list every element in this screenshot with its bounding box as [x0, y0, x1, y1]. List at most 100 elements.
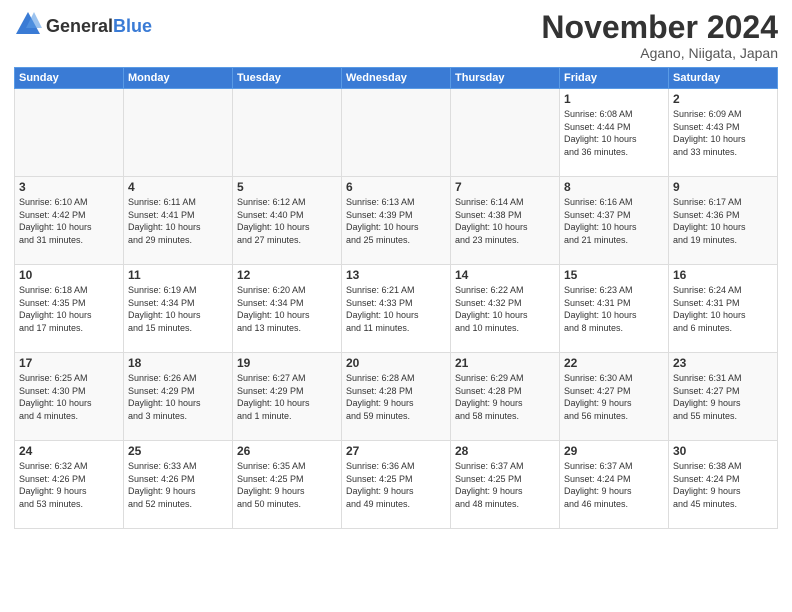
calendar-week-row: 10 Sunrise: 6:18 AM Sunset: 4:35 PM Dayli…	[15, 265, 778, 353]
table-row: 15 Sunrise: 6:23 AM Sunset: 4:31 PM Dayli…	[560, 265, 669, 353]
calendar-week-row: 3 Sunrise: 6:10 AM Sunset: 4:42 PM Daylig…	[15, 177, 778, 265]
day-info: Sunrise: 6:27 AM Sunset: 4:29 PM Dayligh…	[237, 372, 337, 422]
day-number: 23	[673, 356, 773, 370]
table-row: 17 Sunrise: 6:25 AM Sunset: 4:30 PM Dayli…	[15, 353, 124, 441]
table-row: 19 Sunrise: 6:27 AM Sunset: 4:29 PM Dayli…	[233, 353, 342, 441]
day-number: 13	[346, 268, 446, 282]
day-info: Sunrise: 6:33 AM Sunset: 4:26 PM Dayligh…	[128, 460, 228, 510]
table-row	[342, 89, 451, 177]
table-row: 10 Sunrise: 6:18 AM Sunset: 4:35 PM Dayli…	[15, 265, 124, 353]
table-row: 18 Sunrise: 6:26 AM Sunset: 4:29 PM Dayli…	[124, 353, 233, 441]
day-info: Sunrise: 6:19 AM Sunset: 4:34 PM Dayligh…	[128, 284, 228, 334]
day-info: Sunrise: 6:10 AM Sunset: 4:42 PM Dayligh…	[19, 196, 119, 246]
day-info: Sunrise: 6:17 AM Sunset: 4:36 PM Dayligh…	[673, 196, 773, 246]
day-info: Sunrise: 6:12 AM Sunset: 4:40 PM Dayligh…	[237, 196, 337, 246]
day-info: Sunrise: 6:24 AM Sunset: 4:31 PM Dayligh…	[673, 284, 773, 334]
header-wednesday: Wednesday	[342, 68, 451, 89]
day-number: 28	[455, 444, 555, 458]
logo-blue-text: Blue	[113, 16, 152, 36]
header-sunday: Sunday	[15, 68, 124, 89]
day-info: Sunrise: 6:35 AM Sunset: 4:25 PM Dayligh…	[237, 460, 337, 510]
title-area: November 2024 Agano, Niigata, Japan	[541, 10, 778, 61]
logo-general-text: General	[46, 16, 113, 36]
day-number: 11	[128, 268, 228, 282]
calendar-week-row: 1Sunrise: 6:08 AM Sunset: 4:44 PM Daylig…	[15, 89, 778, 177]
day-number: 15	[564, 268, 664, 282]
day-info: Sunrise: 6:11 AM Sunset: 4:41 PM Dayligh…	[128, 196, 228, 246]
table-row	[233, 89, 342, 177]
day-number: 22	[564, 356, 664, 370]
table-row: 7Sunrise: 6:14 AM Sunset: 4:38 PM Daylig…	[451, 177, 560, 265]
day-number: 7	[455, 180, 555, 194]
day-number: 6	[346, 180, 446, 194]
day-info: Sunrise: 6:13 AM Sunset: 4:39 PM Dayligh…	[346, 196, 446, 246]
table-row: 4 Sunrise: 6:11 AM Sunset: 4:41 PM Daylig…	[124, 177, 233, 265]
table-row: 11 Sunrise: 6:19 AM Sunset: 4:34 PM Dayli…	[124, 265, 233, 353]
day-number: 1	[564, 92, 664, 106]
month-title: November 2024	[541, 10, 778, 45]
day-number: 19	[237, 356, 337, 370]
day-info: Sunrise: 6:18 AM Sunset: 4:35 PM Dayligh…	[19, 284, 119, 334]
table-row: 23 Sunrise: 6:31 AM Sunset: 4:27 PM Dayli…	[669, 353, 778, 441]
page: GeneralBlue November 2024 Agano, Niigata…	[0, 0, 792, 612]
day-number: 26	[237, 444, 337, 458]
day-info: Sunrise: 6:26 AM Sunset: 4:29 PM Dayligh…	[128, 372, 228, 422]
day-number: 30	[673, 444, 773, 458]
day-info: Sunrise: 6:09 AM Sunset: 4:43 PM Dayligh…	[673, 108, 773, 158]
table-row: 12Sunrise: 6:20 AM Sunset: 4:34 PM Dayli…	[233, 265, 342, 353]
day-number: 17	[19, 356, 119, 370]
day-number: 3	[19, 180, 119, 194]
day-number: 14	[455, 268, 555, 282]
header: GeneralBlue November 2024 Agano, Niigata…	[14, 10, 778, 61]
day-number: 4	[128, 180, 228, 194]
table-row: 3 Sunrise: 6:10 AM Sunset: 4:42 PM Daylig…	[15, 177, 124, 265]
table-row: 9Sunrise: 6:17 AM Sunset: 4:36 PM Daylig…	[669, 177, 778, 265]
header-saturday: Saturday	[669, 68, 778, 89]
logo: GeneralBlue	[14, 10, 152, 43]
table-row	[15, 89, 124, 177]
day-info: Sunrise: 6:25 AM Sunset: 4:30 PM Dayligh…	[19, 372, 119, 422]
calendar-table: Sunday Monday Tuesday Wednesday Thursday…	[14, 67, 778, 529]
day-info: Sunrise: 6:38 AM Sunset: 4:24 PM Dayligh…	[673, 460, 773, 510]
day-info: Sunrise: 6:16 AM Sunset: 4:37 PM Dayligh…	[564, 196, 664, 246]
day-number: 24	[19, 444, 119, 458]
day-number: 10	[19, 268, 119, 282]
day-number: 25	[128, 444, 228, 458]
day-number: 12	[237, 268, 337, 282]
table-row: 26 Sunrise: 6:35 AM Sunset: 4:25 PM Dayli…	[233, 441, 342, 529]
day-info: Sunrise: 6:31 AM Sunset: 4:27 PM Dayligh…	[673, 372, 773, 422]
table-row: 29 Sunrise: 6:37 AM Sunset: 4:24 PM Dayli…	[560, 441, 669, 529]
day-number: 21	[455, 356, 555, 370]
day-info: Sunrise: 6:23 AM Sunset: 4:31 PM Dayligh…	[564, 284, 664, 334]
day-info: Sunrise: 6:37 AM Sunset: 4:24 PM Dayligh…	[564, 460, 664, 510]
day-info: Sunrise: 6:36 AM Sunset: 4:25 PM Dayligh…	[346, 460, 446, 510]
day-number: 5	[237, 180, 337, 194]
day-number: 16	[673, 268, 773, 282]
table-row: 25 Sunrise: 6:33 AM Sunset: 4:26 PM Dayli…	[124, 441, 233, 529]
calendar-week-row: 17 Sunrise: 6:25 AM Sunset: 4:30 PM Dayli…	[15, 353, 778, 441]
day-info: Sunrise: 6:29 AM Sunset: 4:28 PM Dayligh…	[455, 372, 555, 422]
header-tuesday: Tuesday	[233, 68, 342, 89]
table-row: 20 Sunrise: 6:28 AM Sunset: 4:28 PM Dayli…	[342, 353, 451, 441]
day-info: Sunrise: 6:37 AM Sunset: 4:25 PM Dayligh…	[455, 460, 555, 510]
table-row: 21 Sunrise: 6:29 AM Sunset: 4:28 PM Dayli…	[451, 353, 560, 441]
location: Agano, Niigata, Japan	[541, 45, 778, 61]
table-row	[124, 89, 233, 177]
table-row: 1Sunrise: 6:08 AM Sunset: 4:44 PM Daylig…	[560, 89, 669, 177]
table-row: 13Sunrise: 6:21 AM Sunset: 4:33 PM Dayli…	[342, 265, 451, 353]
day-info: Sunrise: 6:28 AM Sunset: 4:28 PM Dayligh…	[346, 372, 446, 422]
day-number: 18	[128, 356, 228, 370]
day-number: 20	[346, 356, 446, 370]
header-monday: Monday	[124, 68, 233, 89]
table-row: 24Sunrise: 6:32 AM Sunset: 4:26 PM Dayli…	[15, 441, 124, 529]
table-row: 2Sunrise: 6:09 AM Sunset: 4:43 PM Daylig…	[669, 89, 778, 177]
table-row: 6 Sunrise: 6:13 AM Sunset: 4:39 PM Daylig…	[342, 177, 451, 265]
day-number: 29	[564, 444, 664, 458]
logo-icon	[14, 10, 42, 38]
header-thursday: Thursday	[451, 68, 560, 89]
calendar-week-row: 24Sunrise: 6:32 AM Sunset: 4:26 PM Dayli…	[15, 441, 778, 529]
table-row	[451, 89, 560, 177]
table-row: 5 Sunrise: 6:12 AM Sunset: 4:40 PM Daylig…	[233, 177, 342, 265]
day-number: 8	[564, 180, 664, 194]
table-row: 8 Sunrise: 6:16 AM Sunset: 4:37 PM Daylig…	[560, 177, 669, 265]
